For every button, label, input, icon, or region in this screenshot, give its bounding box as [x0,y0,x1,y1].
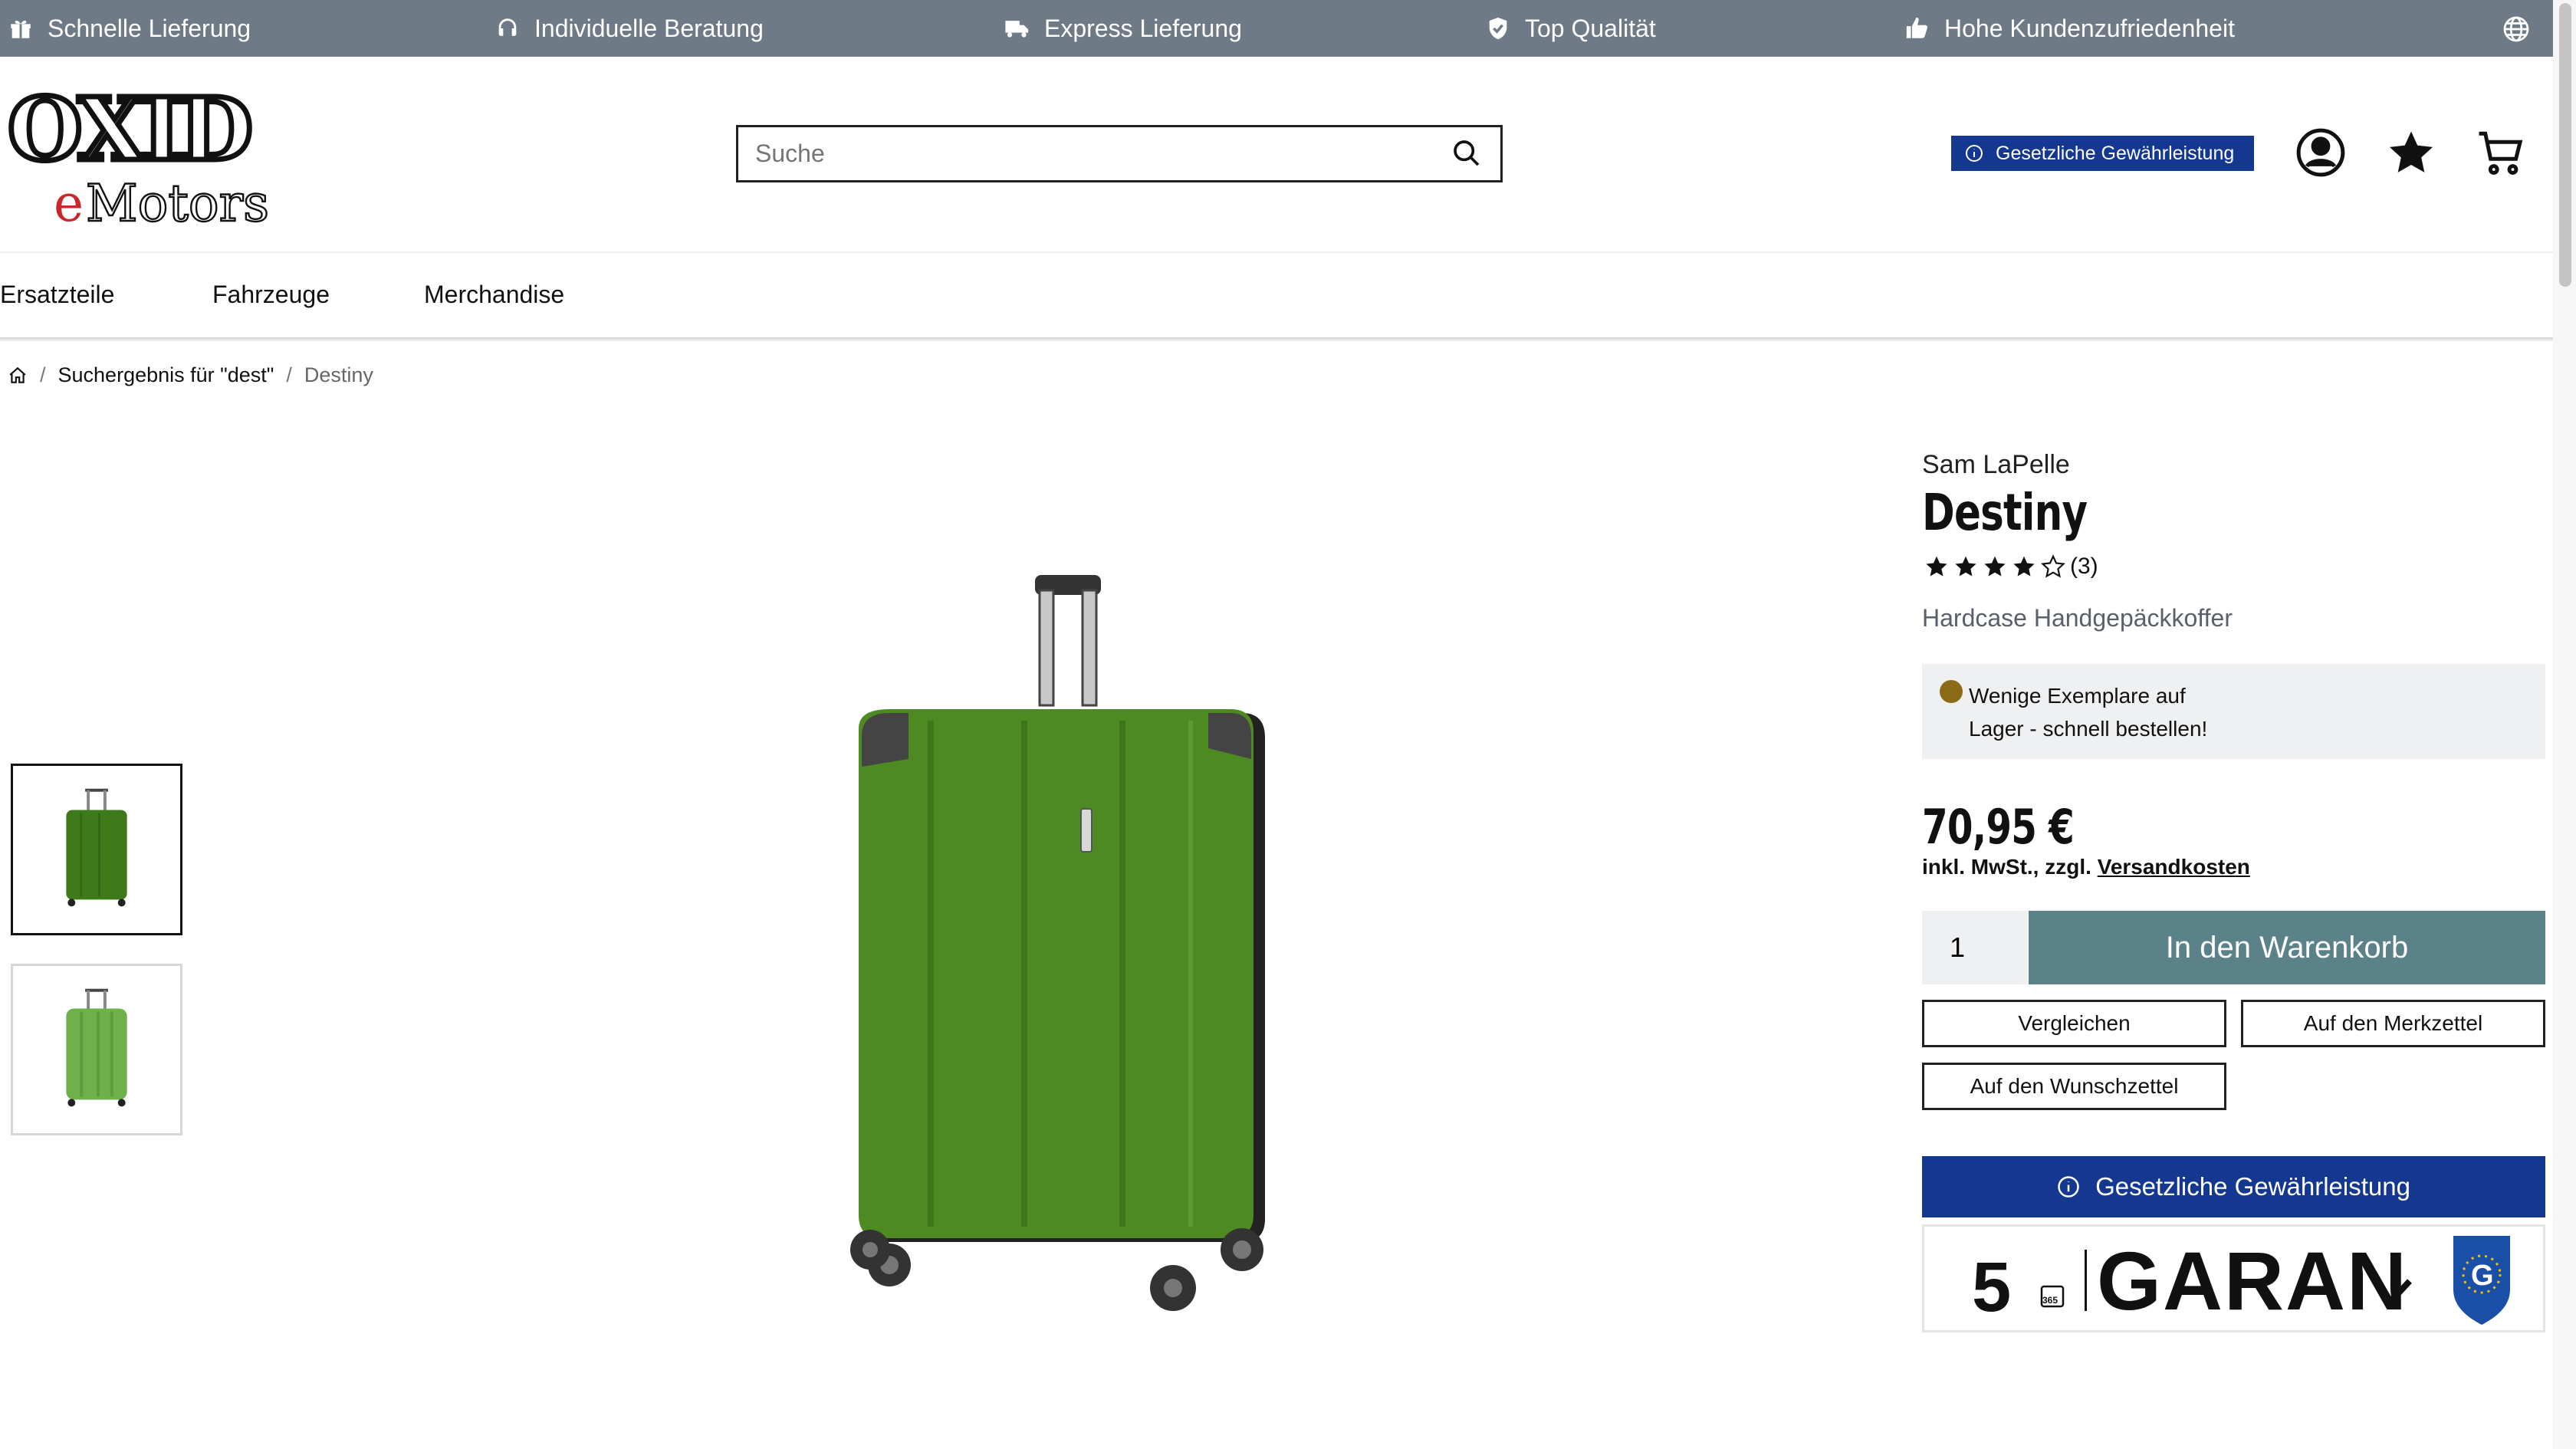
garant-seal-graphic: 5 365 GARAN G [1972,1234,2510,1327]
benefit-label: Individuelle Beratung [534,14,764,42]
star-empty-icon [2041,554,2065,578]
compare-button[interactable]: Vergleichen [1922,1000,2226,1047]
page-scrollbar[interactable] [2553,0,2576,1449]
suitcase-thumbnail-image [66,788,127,907]
product-subtitle: Hardcase Handgepäckkoffer [1922,604,2233,632]
add-to-cart-button[interactable]: In den Warenkorb [2029,911,2545,984]
benefit-quality: Top Qualität [1485,0,1656,57]
wishlist-button[interactable]: Auf den Wunschzettel [1922,1063,2226,1110]
truck-icon [1005,21,1029,38]
garant-days: 365 [2042,1295,2058,1306]
nav-item-merchandise[interactable]: Merchandise [424,281,564,309]
review-count: (3) [2070,554,2098,579]
info-icon [2058,1176,2079,1198]
account-icon[interactable] [2295,127,2346,178]
shield-check-icon [1489,17,1507,40]
star-filled-icon [1926,556,1947,577]
search-box [736,125,1503,182]
breadcrumb-current: Destiny [304,363,373,386]
warranty-badge-header[interactable]: Gesetzliche Gewährleistung [1951,136,2254,171]
header-divider [0,251,2553,253]
star-filled-icon [2013,556,2035,577]
nav-shadow [0,337,2553,342]
product-rating[interactable]: (3) [1924,554,2098,580]
benefit-label: Top Qualität [1525,14,1656,42]
product-thumbnail-1[interactable] [11,764,182,935]
warranty-bar[interactable]: Gesetzliche Gewährleistung [1922,1156,2545,1217]
headset-icon [498,18,517,36]
tax-info: inkl. MwSt., zzgl. Versandkosten [1922,855,2250,879]
warranty-badge-label: Gesetzliche Gewährleistung [1996,142,2235,164]
nav-item-ersatzteile[interactable]: Ersatzteile [0,281,114,309]
search-input[interactable] [738,130,1431,178]
logo-text-motors: Motors [86,174,269,228]
favorites-star-icon[interactable] [2386,127,2436,178]
home-icon[interactable] [8,366,28,386]
benefit-label: Schnelle Lieferung [48,14,251,42]
product-brand[interactable]: Sam LaPelle [1922,450,2070,480]
nav-item-fahrzeuge[interactable]: Fahrzeuge [212,281,330,309]
benefit-label: Hohe Kundenzufriedenheit [1944,14,2235,42]
garant-seal-banner[interactable]: 5 365 GARAN G [1922,1224,2545,1332]
stock-status-dot [1940,680,1963,703]
garant-number: 5 [1972,1248,2011,1326]
svg-text:G: G [2471,1260,2494,1292]
logo-text-oxid: OXID [8,86,250,180]
benefit-label: Express Lieferung [1044,14,1242,42]
shipping-costs-link[interactable]: Versandkosten [2098,855,2250,879]
gift-icon [11,20,31,38]
breadcrumb-search-result[interactable]: Suchergebnis für "dest" [58,363,274,387]
product-title: Destiny [1922,483,2088,542]
benefit-express: Express Lieferung [1004,0,1242,57]
breadcrumb: / Suchergebnis für "dest" / Destiny [8,363,373,387]
suitcase-thumbnail-image [66,988,127,1107]
garant-word: GARAN [2097,1234,2408,1327]
product-main-image[interactable] [836,575,1288,1342]
logo-text-e: e [54,174,84,228]
info-icon [1966,145,1983,162]
globe-icon[interactable] [2502,15,2530,43]
star-filled-icon [1955,556,1976,577]
benefit-fast-delivery: Schnelle Lieferung [8,0,251,57]
product-thumbnail-2[interactable] [11,964,182,1135]
stock-status-text: Wenige Exemplare auf Lager - schnell bes… [1969,684,2208,741]
notepad-button[interactable]: Auf den Merkzettel [2241,1000,2545,1047]
product-price: 70,95 € [1922,799,2075,855]
breadcrumb-separator: / [286,363,292,386]
scrollbar-thumb[interactable] [2559,3,2571,287]
tax-info-text: inkl. MwSt., zzgl. [1922,855,2098,879]
benefit-satisfaction: Hohe Kundenzufriedenheit [1904,0,2235,57]
thumbs-up-icon [1906,17,1927,38]
top-benefits-bar: Schnelle Lieferung Individuelle Beratung… [0,0,2553,57]
cart-icon[interactable] [2475,127,2525,178]
warranty-bar-label: Gesetzliche Gewährleistung [2095,1172,2410,1201]
search-icon[interactable] [1451,138,1482,169]
quantity-input[interactable] [1922,911,2028,984]
breadcrumb-separator: / [40,363,46,386]
main-navigation [0,261,2553,337]
benefit-consulting: Individuelle Beratung [495,0,764,57]
shop-logo[interactable]: OXID e Motors [6,86,316,228]
star-filled-icon [1984,556,2006,577]
